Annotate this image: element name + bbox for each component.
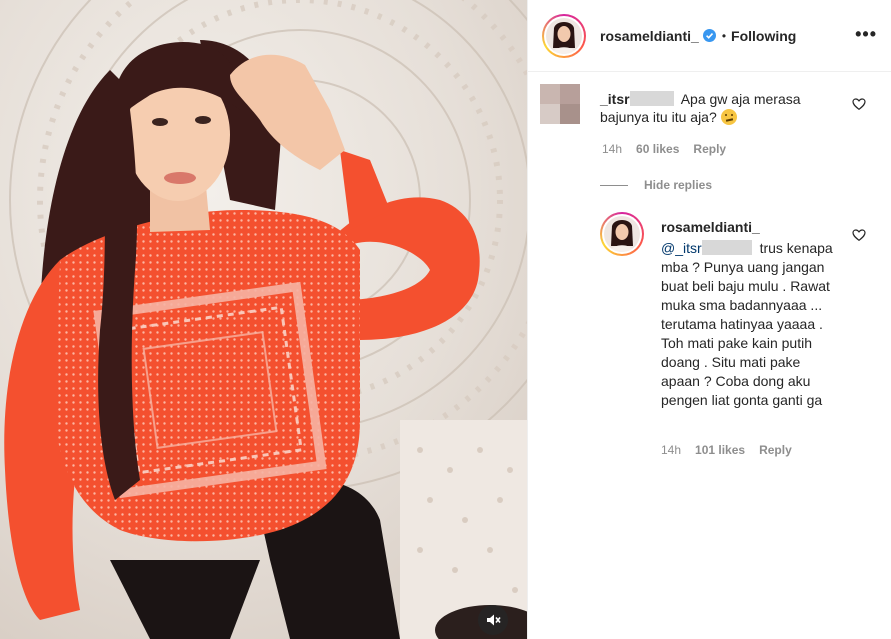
- reply-heart-icon[interactable]: [852, 228, 866, 242]
- redacted-name: [629, 91, 674, 106]
- hide-replies-label: Hide replies: [644, 178, 713, 192]
- reply-likes[interactable]: 101 likes: [695, 443, 745, 457]
- reply-avatar-image: [604, 216, 640, 252]
- reply-button[interactable]: Reply: [693, 142, 726, 156]
- post-header: rosameldianti_ • Following •••: [528, 0, 891, 72]
- following-button[interactable]: Following: [731, 28, 796, 44]
- comment-meta: 14h 60 likes Reply: [602, 142, 726, 156]
- reply-username[interactable]: rosameldianti_: [661, 218, 841, 237]
- post-side-panel: rosameldianti_ • Following ••• _itsr Apa…: [527, 0, 891, 639]
- comment-text-block: _itsr Apa gw aja merasa bajunya itu itu …: [600, 90, 840, 126]
- reply-mention[interactable]: @_itsr: [661, 240, 702, 256]
- hide-replies-line: [600, 184, 628, 186]
- comment-likes[interactable]: 60 likes: [636, 142, 679, 156]
- commenter-username[interactable]: _itsr: [600, 91, 630, 107]
- reply-time[interactable]: 14h: [661, 443, 681, 457]
- author-avatar[interactable]: [542, 13, 586, 58]
- reply-author-avatar[interactable]: [600, 212, 644, 256]
- reply-text: trus kenapa mba ? Punya uang jangan buat…: [661, 240, 833, 408]
- more-options-icon[interactable]: •••: [855, 24, 877, 45]
- verified-badge-icon: [702, 29, 716, 42]
- author-username[interactable]: rosameldianti_: [600, 28, 699, 44]
- thinking-face-emoji-icon: [720, 109, 737, 125]
- separator-dot: •: [721, 28, 727, 43]
- heart-icon[interactable]: [852, 97, 866, 111]
- reply-meta: 14h 101 likes Reply: [661, 443, 792, 457]
- reply-text-block: rosameldianti_ @_itsr trus kenapa mba ? …: [661, 218, 841, 410]
- commenter-avatar[interactable]: [540, 84, 580, 124]
- comment-time[interactable]: 14h: [602, 142, 622, 156]
- speaker-muted-icon: [487, 614, 501, 626]
- author-avatar-image: [546, 17, 582, 54]
- reply-reply-button[interactable]: Reply: [759, 443, 792, 457]
- post-video[interactable]: [0, 0, 527, 639]
- redacted-mention: [701, 240, 752, 255]
- mute-button[interactable]: [478, 605, 508, 635]
- video-frame: [0, 0, 527, 639]
- hide-replies-toggle[interactable]: Hide replies: [600, 178, 712, 192]
